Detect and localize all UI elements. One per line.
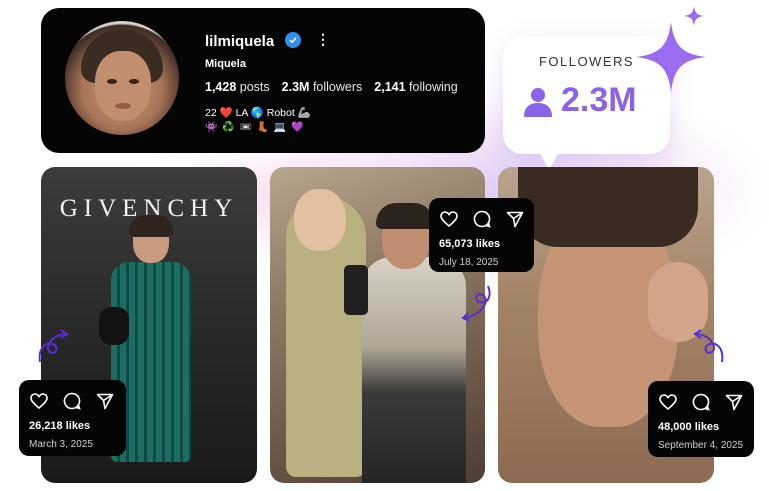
followers-count: 2.3M xyxy=(281,80,310,94)
username[interactable]: lilmiquela xyxy=(205,33,274,50)
post-actions xyxy=(658,392,744,412)
avatar-eye xyxy=(129,79,139,84)
avatar-face xyxy=(95,51,151,121)
post-date: September 4, 2025 xyxy=(658,440,744,451)
figure-bag xyxy=(99,307,129,345)
post-actions xyxy=(439,209,525,229)
figure-right xyxy=(362,257,466,483)
posts-stat[interactable]: 1,428 posts xyxy=(205,80,270,94)
posts-count: 1,428 xyxy=(205,80,237,94)
posts-label: posts xyxy=(239,80,270,94)
share-icon[interactable] xyxy=(724,392,744,412)
post-date: March 3, 2025 xyxy=(29,439,93,450)
heart-icon[interactable] xyxy=(29,391,49,411)
likes-count: 48,000 likes xyxy=(658,421,720,433)
figure-left-head xyxy=(294,189,346,251)
user-icon xyxy=(524,88,552,117)
figure-right-hair xyxy=(376,203,434,229)
closeup-hair xyxy=(518,167,698,247)
curly-arrow-icon xyxy=(38,329,69,363)
comment-icon[interactable] xyxy=(62,391,82,411)
post-actions xyxy=(29,391,115,411)
post-stats-card: 26,218 likes March 3, 2025 xyxy=(19,380,126,456)
following-stat[interactable]: 2,141 following xyxy=(374,80,457,94)
curly-arrow-icon xyxy=(461,285,491,322)
likes-count: 65,073 likes xyxy=(439,238,501,250)
bio-emoji-line: 👾 ♻️ 📼 👢 💻 💜 xyxy=(205,122,305,133)
profile-card: lilmiquela ⋮ Miquela 1,428 posts 2.3M fo… xyxy=(41,8,485,153)
heart-icon[interactable] xyxy=(439,209,459,229)
comment-icon[interactable] xyxy=(691,392,711,412)
following-count: 2,141 xyxy=(374,80,406,94)
sparkle-small-icon xyxy=(684,6,704,26)
figure-hair xyxy=(129,215,173,237)
heart-icon[interactable] xyxy=(658,392,678,412)
profile-stats: 1,428 posts 2.3M followers 2,141 followi… xyxy=(205,80,458,94)
display-name: Miquela xyxy=(205,58,246,70)
post-stats-card: 48,000 likes September 4, 2025 xyxy=(648,381,754,457)
followers-label: followers xyxy=(312,80,363,94)
share-icon[interactable] xyxy=(95,391,115,411)
phone xyxy=(344,265,368,315)
avatar-lips xyxy=(115,103,131,109)
bio-line: 22 ❤️ LA 🌎 Robot 🦾 xyxy=(205,107,311,119)
post-stats-card: 65,073 likes July 18, 2025 xyxy=(429,198,534,272)
avatar-eye xyxy=(107,79,117,84)
verified-badge-icon xyxy=(285,32,301,48)
likes-count: 26,218 likes xyxy=(29,420,91,432)
sparkle-icon xyxy=(636,22,706,92)
followers-bubble-value: 2.3M xyxy=(561,81,637,119)
curly-arrow-icon xyxy=(693,329,724,363)
avatar[interactable] xyxy=(65,21,179,135)
more-options-icon[interactable]: ⋮ xyxy=(316,31,330,48)
followers-stat[interactable]: 2.3M followers xyxy=(282,80,363,94)
share-icon[interactable] xyxy=(505,209,525,229)
comment-icon[interactable] xyxy=(472,209,492,229)
following-label: following xyxy=(409,80,458,94)
post-date: July 18, 2025 xyxy=(439,257,499,268)
